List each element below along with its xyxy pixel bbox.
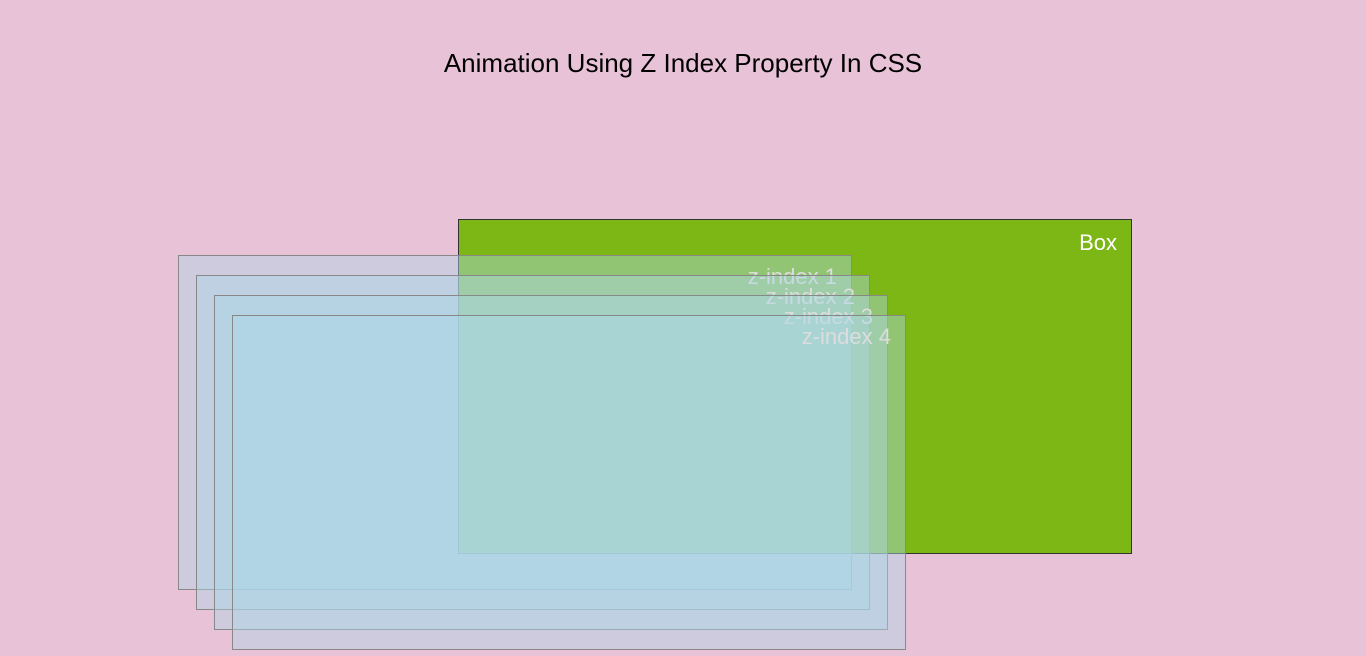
z-index-box-4: z-index 4 [232, 315, 906, 650]
page-title: Animation Using Z Index Property In CSS [0, 0, 1366, 79]
